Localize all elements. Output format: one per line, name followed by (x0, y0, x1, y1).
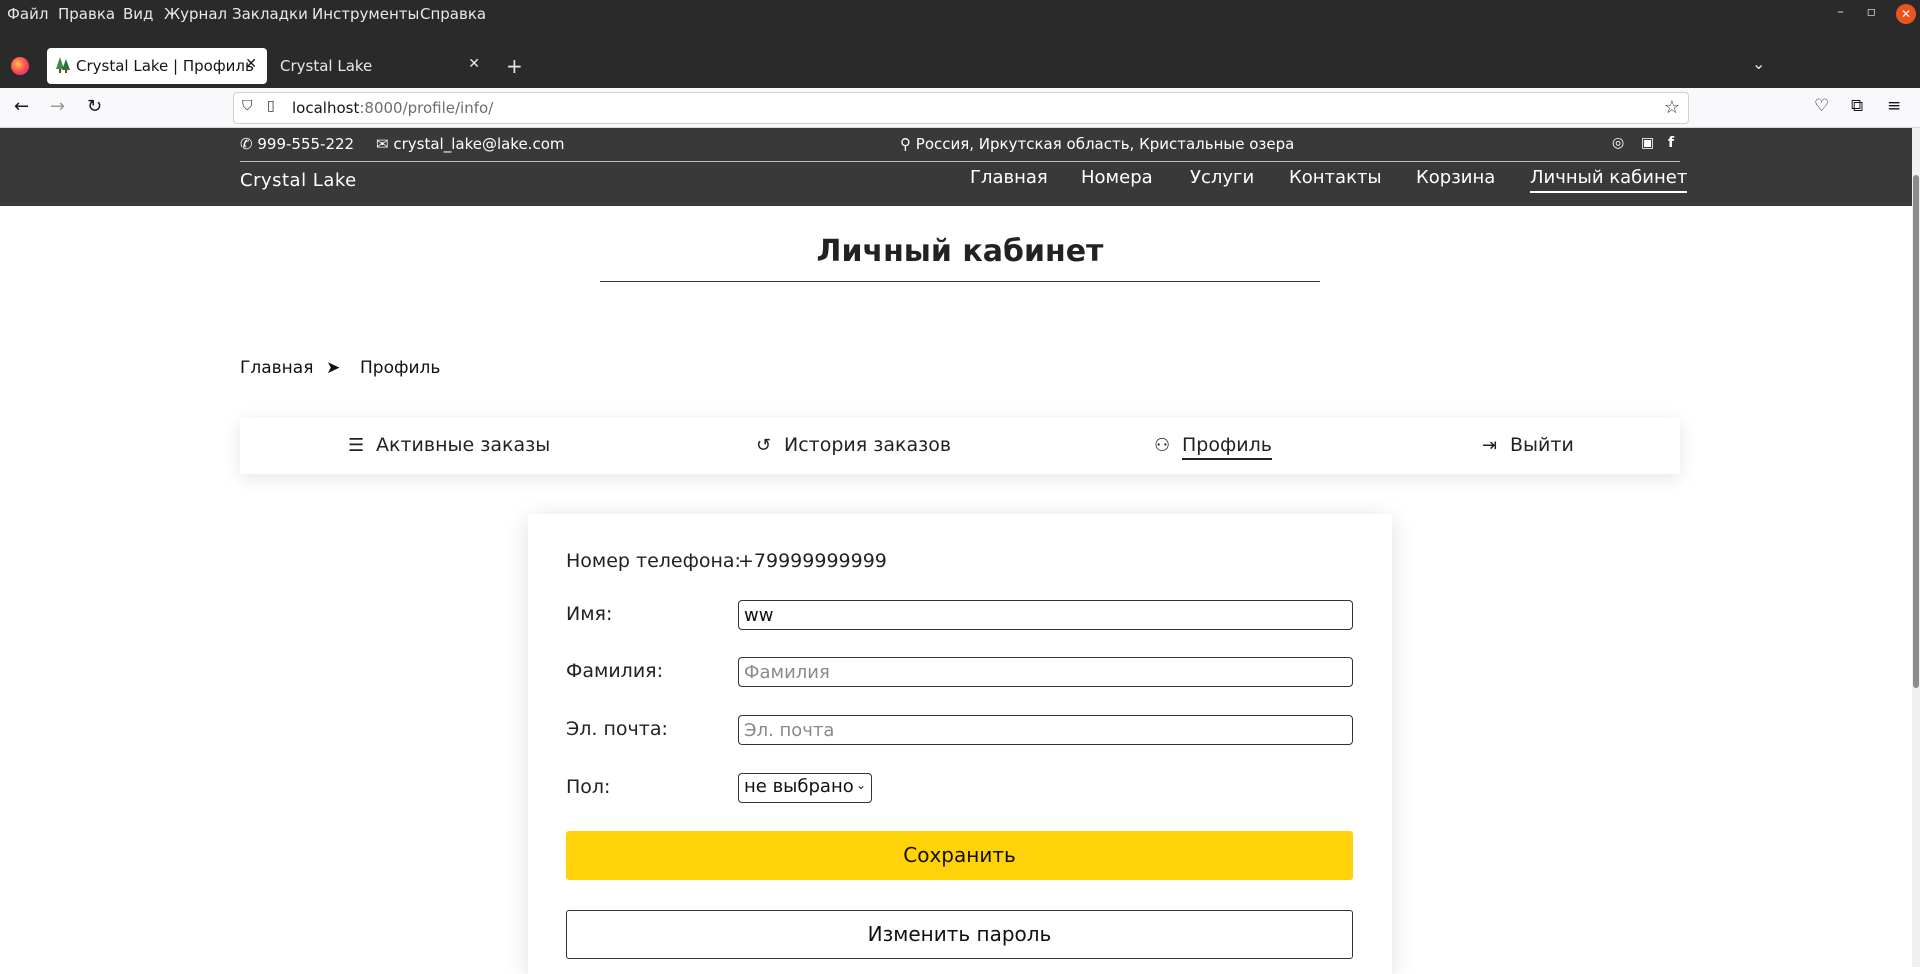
nav-services[interactable]: Услуги (1190, 167, 1254, 191)
instagram-icon[interactable]: ◎ (1612, 135, 1624, 151)
header-phone[interactable]: ✆ 999-555-222 (240, 135, 354, 153)
chevron-down-icon: ⌄ (855, 778, 866, 792)
header-divider (240, 161, 1680, 162)
email-label: Эл. почта: (566, 718, 668, 740)
url-text[interactable]: localhost:8000/profile/info/ (292, 99, 493, 117)
mail-icon: ✉ (376, 135, 389, 153)
history-icon: ↺ (756, 435, 772, 456)
breadcrumb-current: Профиль (360, 358, 441, 378)
account-tabs: ☰ Активные заказы ↺ История заказов ⚇ Профи… (240, 418, 1680, 474)
name-label: Имя: (566, 603, 613, 625)
menu-edit[interactable]: Правка (58, 5, 115, 23)
menu-help[interactable]: Справка (420, 5, 486, 23)
bookmark-star-icon[interactable]: ☆ (1664, 97, 1680, 118)
nav-cart[interactable]: Корзина (1416, 167, 1495, 191)
nav-contacts[interactable]: Контакты (1289, 167, 1382, 191)
tab-order-history[interactable]: ↺ История заказов (756, 434, 951, 456)
surname-label: Фамилия: (566, 660, 664, 682)
email-field[interactable] (738, 715, 1353, 745)
window-close-icon[interactable]: ✕ (1896, 4, 1916, 24)
extensions-icon[interactable]: ⧉ (1851, 96, 1863, 116)
menu-history[interactable]: Журнал (164, 5, 227, 23)
browser-menubar: Файл Правка Вид Журнал Закладки Инструме… (0, 0, 1920, 28)
maximize-icon[interactable]: ▫ (1867, 4, 1877, 20)
menu-tools[interactable]: Инструменты (312, 5, 419, 23)
breadcrumb-home[interactable]: Главная (240, 358, 313, 378)
page-title: Личный кабинет (816, 234, 1104, 269)
tab-profile[interactable]: Crystal Lake | Профиль ✕ (47, 48, 267, 84)
change-password-button[interactable]: Изменить пароль (566, 910, 1353, 959)
scrollbar-thumb[interactable] (1913, 175, 1919, 688)
gender-label: Пол: (566, 776, 611, 798)
user-icon: ⚇ (1154, 435, 1171, 456)
tab-profile[interactable]: ⚇ Профиль (1154, 434, 1272, 460)
vk-icon[interactable]: ▣ (1641, 135, 1654, 151)
menu-file[interactable]: Файл (7, 5, 48, 23)
gender-select[interactable]: не выбрано ⌄ (738, 773, 872, 803)
profile-form-card: Номер телефона: +79999999999 Имя: Фамили… (528, 514, 1392, 974)
tab-active-orders[interactable]: ☰ Активные заказы (348, 434, 550, 456)
forward-icon[interactable]: → (50, 96, 65, 117)
page-icon[interactable]: ▯ (267, 98, 275, 114)
shield-icon[interactable]: ⛉ (242, 98, 253, 114)
list-icon: ☰ (348, 435, 365, 456)
back-icon[interactable]: ← (14, 96, 29, 117)
site-logo[interactable]: Crystal Lake (240, 170, 357, 191)
facebook-icon[interactable]: f (1668, 135, 1674, 151)
name-field[interactable] (738, 600, 1353, 630)
close-tab-icon[interactable]: ✕ (468, 56, 480, 72)
header-address: ⚲ Россия, Иркутская область, Кристальные… (900, 135, 1295, 153)
phone-icon: ✆ (240, 135, 253, 153)
gender-select-value: не выбрано (744, 776, 854, 797)
tab-title: Crystal Lake | Профиль (76, 57, 254, 75)
close-tab-icon[interactable]: ✕ (245, 56, 257, 72)
url-bar[interactable]: ⛉ ▯ localhost:8000/profile/info/ ☆ (233, 92, 1689, 124)
list-tabs-icon[interactable]: ⌄ (1752, 54, 1765, 73)
nav-home[interactable]: Главная (970, 167, 1048, 191)
location-pin-icon: ⚲ (900, 135, 911, 153)
header-email[interactable]: ✉ crystal_lake@lake.com (376, 135, 565, 153)
tab-crystal-lake[interactable]: Crystal Lake ✕ (270, 48, 490, 84)
nav-rooms[interactable]: Номера (1081, 167, 1153, 191)
menu-view[interactable]: Вид (123, 5, 153, 23)
site-header: ✆ 999-555-222 ✉ crystal_lake@lake.com ⚲ … (0, 128, 1920, 206)
nav-account[interactable]: Личный кабинет (1530, 167, 1688, 193)
pocket-icon[interactable]: ♡ (1814, 96, 1829, 116)
tab-title: Crystal Lake (280, 57, 373, 75)
browser-navbar: ← → ↻ ⛉ ▯ localhost:8000/profile/info/ ☆… (0, 88, 1920, 128)
reload-icon[interactable]: ↻ (87, 96, 102, 117)
phone-value: +79999999999 (738, 550, 887, 572)
firefox-logo-icon (11, 57, 29, 75)
breadcrumb-arrow-icon: ➤ (326, 358, 341, 378)
logout-icon: ⇥ (1482, 435, 1498, 456)
new-tab-icon[interactable]: + (506, 54, 523, 78)
phone-label: Номер телефона: (566, 550, 741, 572)
save-button[interactable]: Сохранить (566, 831, 1353, 880)
surname-field[interactable] (738, 657, 1353, 687)
minimize-icon[interactable]: – (1837, 4, 1844, 20)
tree-favicon-icon (56, 57, 70, 73)
tab-logout[interactable]: ⇥ Выйти (1482, 434, 1574, 456)
title-underline (600, 281, 1320, 282)
menu-bookmarks[interactable]: Закладки (232, 5, 308, 23)
hamburger-menu-icon[interactable]: ≡ (1887, 96, 1901, 116)
